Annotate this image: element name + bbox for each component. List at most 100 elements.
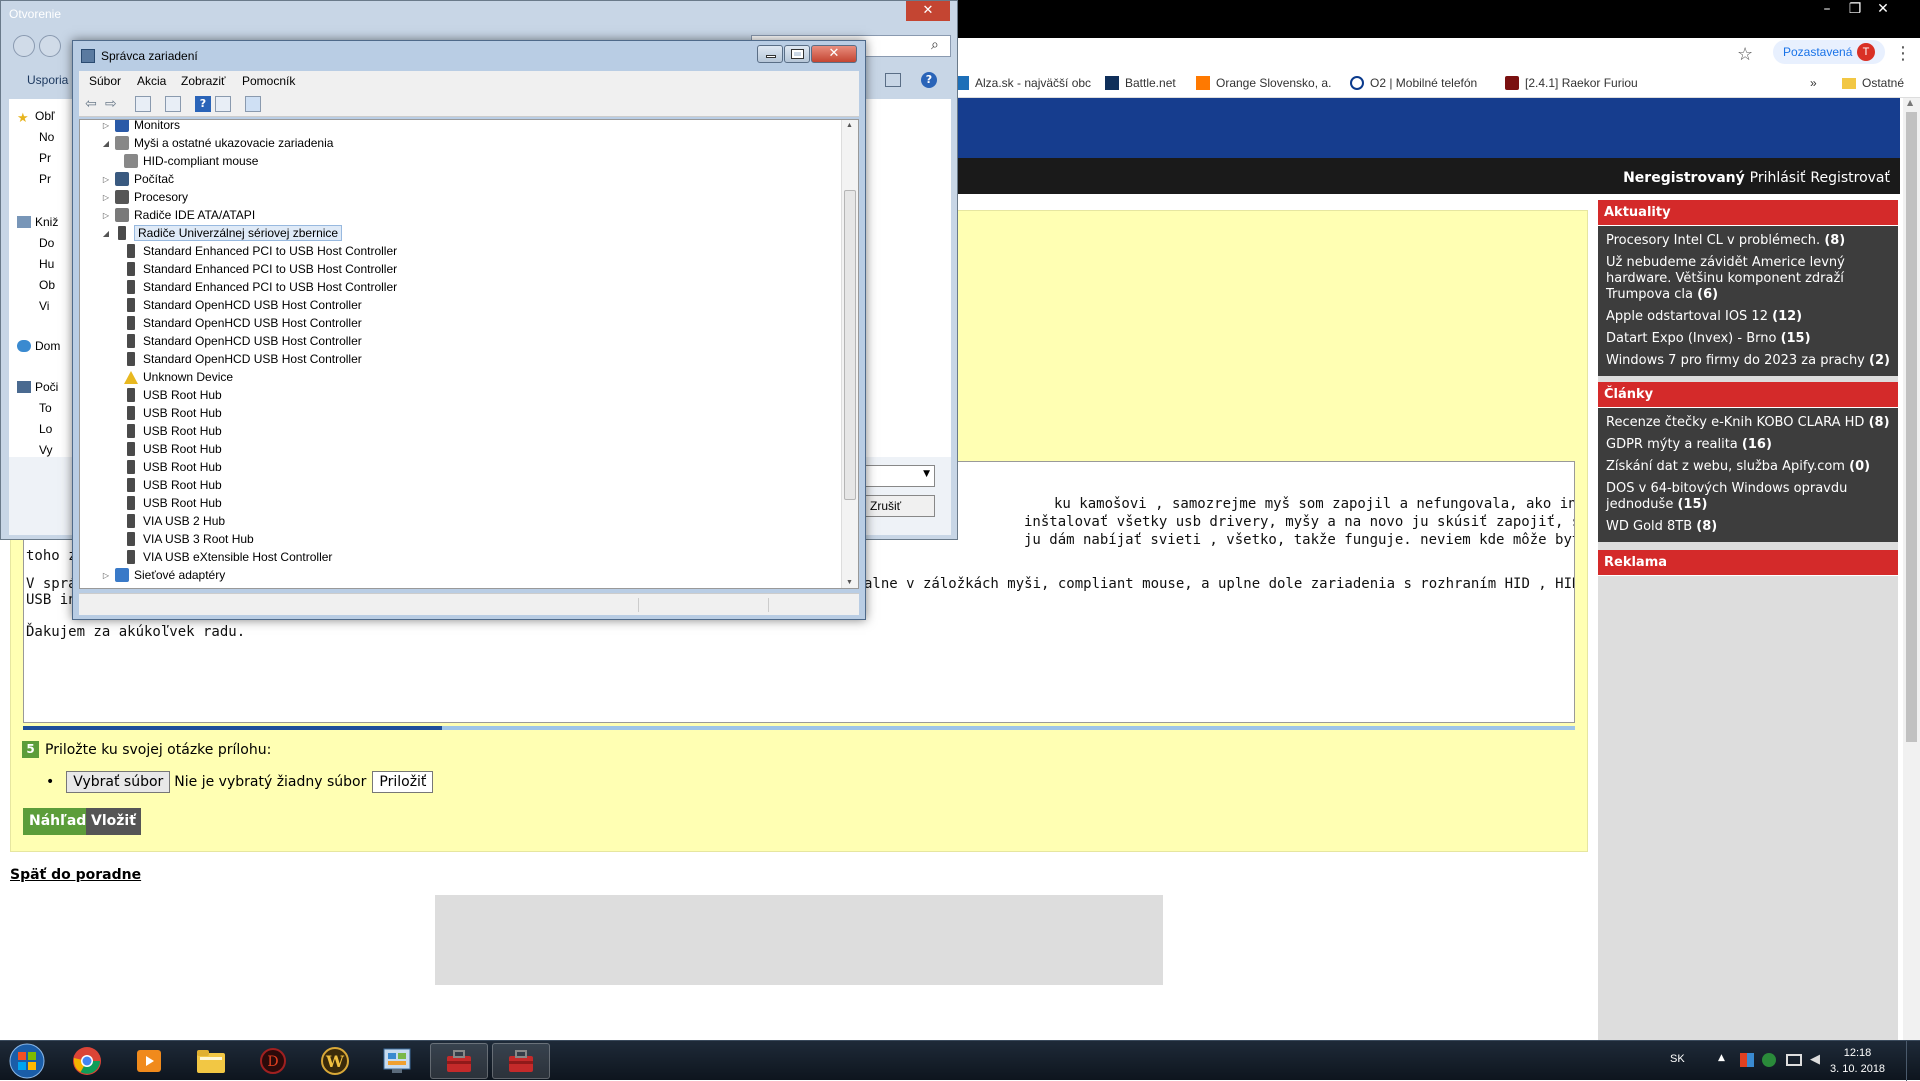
attach-button[interactable]: Priložiť <box>372 771 434 793</box>
tree-device[interactable]: USB Root Hub <box>124 476 222 494</box>
menu-dots-icon[interactable]: ⋮ <box>1894 43 1912 64</box>
bookmark-orange[interactable]: Orange Slovensko, a. <box>1196 76 1331 90</box>
organize-button[interactable]: Usporia <box>27 73 68 87</box>
nav-item[interactable]: Pr <box>39 172 51 186</box>
nav-item[interactable]: Kniž <box>17 215 58 229</box>
tree-device[interactable]: Standard Enhanced PCI to USB Host Contro… <box>124 260 397 278</box>
bookmark-o2[interactable]: O2 | Mobilné telefón <box>1350 76 1477 90</box>
scrollbar-thumb[interactable] <box>1906 112 1917 742</box>
forward-arrow-icon[interactable]: ⇨ <box>105 96 121 112</box>
back-arrow-icon[interactable]: ⇦ <box>85 96 101 112</box>
article-item[interactable]: DOS v 64-bitových Windows opravdu jednod… <box>1598 478 1898 516</box>
clock[interactable]: 12:18 3. 10. 2018 <box>1830 1045 1885 1077</box>
tree-device[interactable]: VIA USB 2 Hub <box>124 512 225 530</box>
tree-category[interactable]: ▷ Počítač <box>102 170 174 188</box>
tree-device[interactable]: Standard OpenHCD USB Host Controller <box>124 332 362 350</box>
tree-category[interactable]: ▷ Sieťové adaptéry <box>102 566 225 584</box>
article-item[interactable]: GDPR mýty a realita (16) <box>1598 434 1898 456</box>
scrollbar-thumb[interactable] <box>844 190 856 500</box>
tree-device[interactable]: Standard OpenHCD USB Host Controller <box>124 350 362 368</box>
expanded-arrow-icon[interactable]: ◢ <box>102 139 110 148</box>
scroll-down-arrow[interactable]: ▼ <box>846 579 853 586</box>
nav-item[interactable]: Lo <box>39 422 52 436</box>
tree-category[interactable]: ◢ Radiče Univerzálnej sériovej zbernice <box>102 224 343 242</box>
nav-item[interactable]: Do <box>39 236 54 250</box>
show-hidden-icons[interactable]: ▲ <box>1718 1053 1725 1063</box>
expanded-arrow-icon[interactable]: ◢ <box>102 229 110 238</box>
preview-button[interactable]: Náhľad <box>23 808 93 835</box>
tree-device[interactable]: HID-compliant mouse <box>124 152 258 170</box>
back-link[interactable]: Späť do poradne <box>10 867 141 883</box>
dialog-close-button[interactable]: ✕ <box>906 1 950 21</box>
nav-item[interactable]: Ob <box>39 278 55 292</box>
collapsed-arrow-icon[interactable]: ▷ <box>102 571 110 580</box>
collapsed-arrow-icon[interactable]: ▷ <box>102 193 110 202</box>
tree-device[interactable]: USB Root Hub <box>124 458 222 476</box>
tree-scrollbar[interactable]: ▲ ▼ <box>841 120 858 588</box>
file-type-select[interactable]: ▼ <box>863 465 935 487</box>
choose-file-button[interactable]: Vybrať súbor <box>66 771 171 793</box>
article-item[interactable]: Recenze čtečky e-Knih KOBO CLARA HD (8) <box>1598 412 1898 434</box>
search-icon[interactable]: ⌕ <box>931 37 939 53</box>
minimize-button[interactable]: – <box>1814 0 1840 18</box>
properties-icon[interactable] <box>135 96 151 112</box>
nav-item[interactable]: Dom <box>17 339 60 353</box>
scan-hardware-icon[interactable] <box>245 96 261 112</box>
scroll-up-arrow[interactable]: ▲ <box>1907 98 1913 107</box>
collapsed-arrow-icon[interactable]: ▷ <box>102 175 110 184</box>
login-link[interactable]: Prihlásiť <box>1750 170 1806 186</box>
taskbar-device-manager-1[interactable] <box>430 1043 488 1079</box>
taskbar-media-player[interactable] <box>120 1043 178 1079</box>
tree-device[interactable]: USB Root Hub <box>124 422 222 440</box>
tree-device[interactable]: Standard Enhanced PCI to USB Host Contro… <box>124 242 397 260</box>
menu-action[interactable]: Akcia <box>137 74 166 88</box>
tree-device[interactable]: VIA USB eXtensible Host Controller <box>124 548 332 566</box>
tree-device[interactable]: Unknown Device <box>124 368 233 386</box>
bookmarks-more[interactable]: » <box>1810 76 1817 90</box>
back-button[interactable] <box>13 35 35 57</box>
page-scrollbar[interactable]: ▲ <box>1903 98 1920 1040</box>
nav-item[interactable]: Pr <box>39 151 51 165</box>
forward-button[interactable] <box>39 35 61 57</box>
bookmark-raekor[interactable]: [2.4.1] Raekor Furiou <box>1505 76 1638 90</box>
article-item[interactable]: Získání dat z webu, služba Apify.com (0) <box>1598 456 1898 478</box>
news-item[interactable]: Procesory Intel CL v problémech. (8) <box>1598 230 1898 252</box>
help-icon[interactable]: ? <box>195 96 211 112</box>
nav-item[interactable]: ★ Obľ <box>17 109 55 125</box>
collapsed-arrow-icon[interactable]: ▷ <box>102 211 110 220</box>
news-item[interactable]: Windows 7 pro firmy do 2023 za prachy (2… <box>1598 350 1898 372</box>
scroll-up-arrow[interactable]: ▲ <box>846 122 853 129</box>
article-item[interactable]: WD Gold 8TB (8) <box>1598 516 1898 538</box>
tree-category[interactable]: ▷ Procesory <box>102 188 188 206</box>
minimize-button[interactable] <box>757 45 783 63</box>
menu-view[interactable]: Zobraziť <box>181 74 226 88</box>
menu-help[interactable]: Pomocník <box>242 74 295 88</box>
tree-category[interactable]: ▷ Monitors <box>102 120 180 134</box>
cancel-button[interactable]: Zrušiť <box>863 495 935 517</box>
nav-item[interactable]: Poči <box>17 380 58 394</box>
tree-category[interactable]: ◢ Myši a ostatné ukazovacie zariadenia <box>102 134 333 152</box>
tree-device[interactable]: Standard OpenHCD USB Host Controller <box>124 296 362 314</box>
tree-category[interactable]: ▷ Radiče IDE ATA/ATAPI <box>102 206 255 224</box>
antivirus-icon[interactable] <box>1762 1053 1776 1067</box>
tree-device[interactable]: VIA USB 3 Root Hub <box>124 530 254 548</box>
flag-icon[interactable] <box>1740 1053 1754 1067</box>
avatar[interactable]: T <box>1857 43 1875 61</box>
collapsed-arrow-icon[interactable]: ▷ <box>102 121 110 130</box>
taskbar-explorer[interactable] <box>182 1043 240 1079</box>
register-link[interactable]: Registrovať <box>1810 170 1890 186</box>
news-item[interactable]: Už nebudeme závidět Americe levný hardwa… <box>1598 252 1898 306</box>
news-item[interactable]: Datart Expo (Invex) - Brno (15) <box>1598 328 1898 350</box>
tree-device[interactable]: Standard OpenHCD USB Host Controller <box>124 314 362 332</box>
sound-icon[interactable]: ◀ <box>1810 1052 1820 1067</box>
tree-device[interactable]: USB Root Hub <box>124 404 222 422</box>
maximize-button[interactable] <box>784 45 810 63</box>
taskbar-control-panel[interactable] <box>368 1043 426 1079</box>
tree-view-icon[interactable] <box>215 96 231 112</box>
network-icon[interactable] <box>1786 1054 1802 1066</box>
taskbar-chrome[interactable] <box>58 1043 116 1079</box>
tree-device[interactable]: USB Root Hub <box>124 386 222 404</box>
nav-item[interactable]: Hu <box>39 257 54 271</box>
nav-item[interactable]: No <box>39 130 54 144</box>
bookmark-other[interactable]: Ostatné <box>1842 76 1904 90</box>
